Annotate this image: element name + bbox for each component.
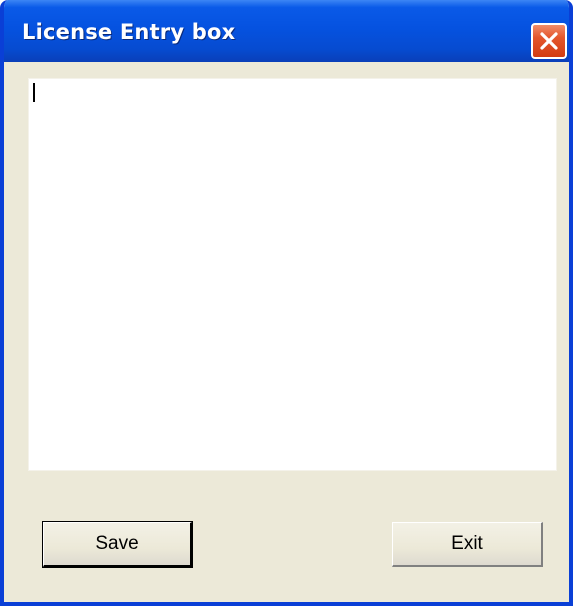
license-text-input[interactable] (28, 78, 557, 471)
text-caret (33, 83, 35, 102)
exit-button[interactable]: Exit (392, 522, 543, 567)
close-icon (540, 32, 558, 50)
window-title: License Entry box (22, 20, 236, 44)
save-button[interactable]: Save (42, 521, 193, 568)
title-bar[interactable]: License Entry box (4, 0, 569, 62)
close-button[interactable] (531, 23, 567, 59)
